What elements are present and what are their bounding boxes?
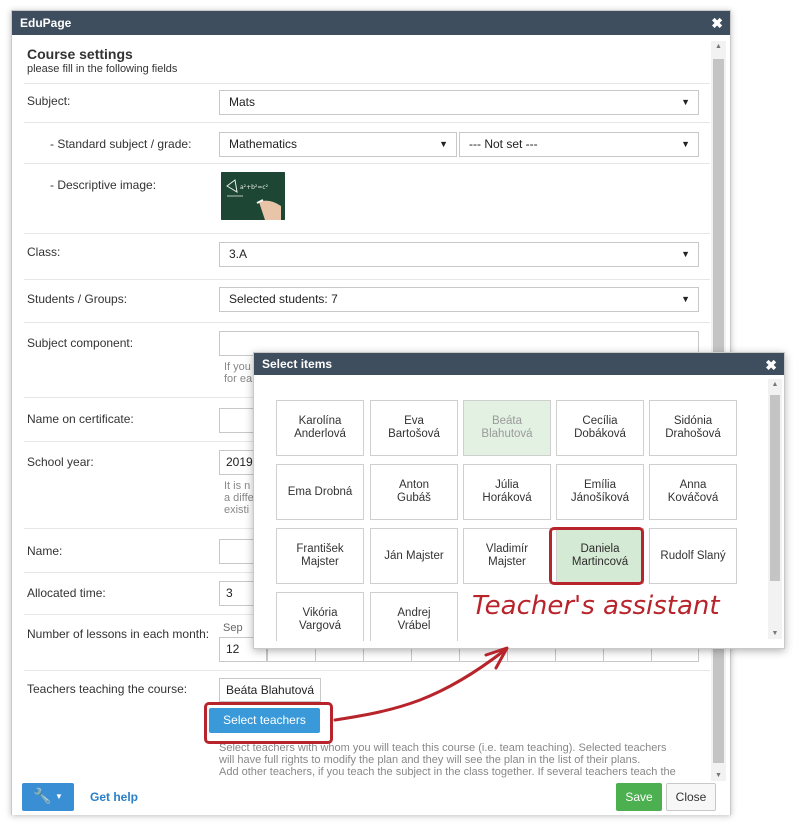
annotation-arrow <box>333 646 509 722</box>
